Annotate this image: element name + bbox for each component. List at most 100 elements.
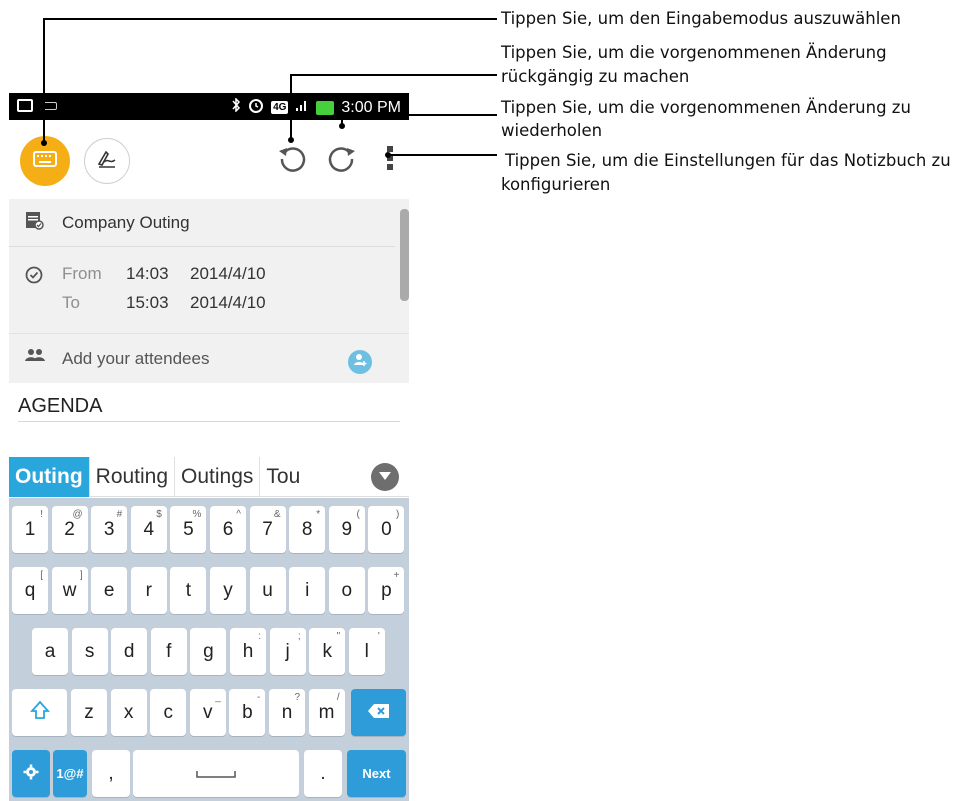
key-k[interactable]: k ": [309, 628, 346, 675]
key-label: g: [203, 640, 214, 662]
gear-icon: [23, 764, 39, 783]
key-hint: _: [215, 692, 221, 703]
key-hint: (: [356, 509, 360, 520]
handwriting-mode-button[interactable]: [84, 138, 130, 184]
key-l[interactable]: l ': [348, 628, 385, 675]
key-label: 0: [381, 518, 392, 540]
key-label: 9: [341, 518, 353, 540]
key-hint: $: [156, 509, 162, 520]
next-key[interactable]: Next: [347, 750, 406, 797]
key-h[interactable]: h:: [230, 628, 266, 675]
key-n[interactable]: n?: [269, 689, 305, 736]
key-label: p: [381, 579, 392, 601]
space-key[interactable]: [133, 750, 299, 797]
callout-undo-line2: rückgängig zu machen: [501, 67, 690, 86]
key-label: a: [44, 640, 56, 662]
key-o[interactable]: o: [328, 567, 365, 614]
space-icon: [196, 763, 236, 785]
scrollbar-thumb[interactable]: [400, 209, 409, 301]
key-d[interactable]: d: [111, 628, 148, 675]
key-6[interactable]: 6 ^: [210, 506, 246, 553]
to-date: 2014/4/10: [190, 292, 266, 312]
key-label: f: [166, 640, 172, 662]
settings-menu-button[interactable]: [379, 142, 401, 178]
key-9[interactable]: 9(: [328, 506, 365, 553]
event-title-row[interactable]: Company Outing: [9, 199, 395, 247]
battery-charging-icon: [316, 100, 335, 115]
image-notification-icon: [17, 99, 33, 112]
key-5[interactable]: 5%: [170, 506, 207, 553]
key-label: 3: [103, 518, 115, 540]
key-e[interactable]: e: [91, 567, 128, 614]
from-date: 2014/4/10: [190, 263, 266, 283]
key-y[interactable]: y: [210, 567, 246, 614]
key-2[interactable]: 2 @: [51, 506, 88, 553]
key-i[interactable]: i: [289, 567, 326, 614]
key-hint: *: [316, 509, 321, 520]
key-0[interactable]: 0): [368, 506, 405, 553]
key-w[interactable]: w]: [51, 567, 88, 614]
to-label: To: [62, 292, 80, 312]
callout-redo-line2: wiederholen: [501, 121, 603, 140]
symbols-key[interactable]: 1@#: [53, 750, 87, 797]
comma-key[interactable]: ,: [92, 750, 130, 797]
key-label: 5: [183, 518, 194, 540]
key-c[interactable]: c: [150, 689, 187, 736]
backspace-key[interactable]: [351, 689, 406, 736]
key-j[interactable]: j;: [269, 628, 306, 675]
key-r[interactable]: r: [130, 567, 167, 614]
key-q[interactable]: q[: [12, 567, 48, 614]
callout-settings-line1: Tippen Sie, um die Einstellungen für das…: [505, 151, 951, 170]
key-u[interactable]: u: [249, 567, 286, 614]
key-hint: ;: [297, 631, 301, 642]
key-7[interactable]: 7 &: [249, 506, 286, 553]
key-f[interactable]: f: [150, 628, 187, 675]
shift-key[interactable]: [12, 689, 67, 736]
bluetooth-icon: [231, 97, 241, 117]
key-label: r: [145, 579, 152, 601]
key-z[interactable]: z: [71, 689, 107, 736]
key-p[interactable]: p +: [368, 567, 405, 614]
undo-button[interactable]: [274, 142, 310, 178]
period-key[interactable]: .: [304, 750, 342, 797]
to-time: 15:03: [126, 292, 169, 312]
more-suggestions-button[interactable]: [371, 463, 399, 491]
key-hint: ]: [79, 570, 83, 581]
network-type-badge: 4G: [271, 101, 289, 114]
suggestion-item[interactable]: Outings: [175, 457, 261, 497]
redo-button[interactable]: [324, 142, 360, 178]
key-label: o: [341, 579, 353, 601]
keyboard-notification-icon: [43, 102, 57, 110]
keyboard-icon: [33, 150, 57, 172]
more-vert-icon: [386, 144, 394, 177]
attendees-row[interactable]: Add your attendees: [9, 333, 409, 383]
key-label: 8: [301, 518, 313, 540]
status-bar: 4G 3:00 PM: [9, 93, 409, 120]
key-b[interactable]: b-: [229, 689, 266, 736]
key-hint: @: [72, 509, 83, 520]
key-3[interactable]: 3 #: [91, 506, 128, 553]
key-hint: ": [336, 631, 341, 642]
input-mode-keyboard-button[interactable]: [20, 136, 70, 186]
key-g[interactable]: g: [190, 628, 227, 675]
key-t[interactable]: t: [170, 567, 207, 614]
suggestion-item[interactable]: Routing: [90, 457, 176, 497]
key-v[interactable]: v _: [189, 689, 226, 736]
event-time[interactable]: From 14:03 2014/4/10 To 15:03 2014/4/10: [24, 259, 384, 317]
key-4[interactable]: 4 $: [130, 506, 167, 553]
key-hint: ): [396, 509, 400, 520]
key-a[interactable]: a: [32, 628, 68, 675]
note-text-area[interactable]: AGENDA: [18, 395, 400, 422]
keyboard-settings-key[interactable]: [12, 750, 50, 797]
key-m[interactable]: m /: [308, 689, 345, 736]
add-attendee-button[interactable]: [348, 350, 372, 374]
suggestion-item[interactable]: Tou: [260, 457, 306, 497]
suggestion-item[interactable]: Outing: [9, 457, 90, 497]
callout-settings-line2: konfigurieren: [501, 175, 611, 194]
key-1[interactable]: 1!: [12, 506, 48, 553]
key-label: 1@#: [56, 766, 84, 781]
key-8[interactable]: 8 *: [289, 506, 326, 553]
key-x[interactable]: x: [110, 689, 147, 736]
key-s[interactable]: s: [71, 628, 108, 675]
key-hint: ^: [236, 509, 241, 520]
